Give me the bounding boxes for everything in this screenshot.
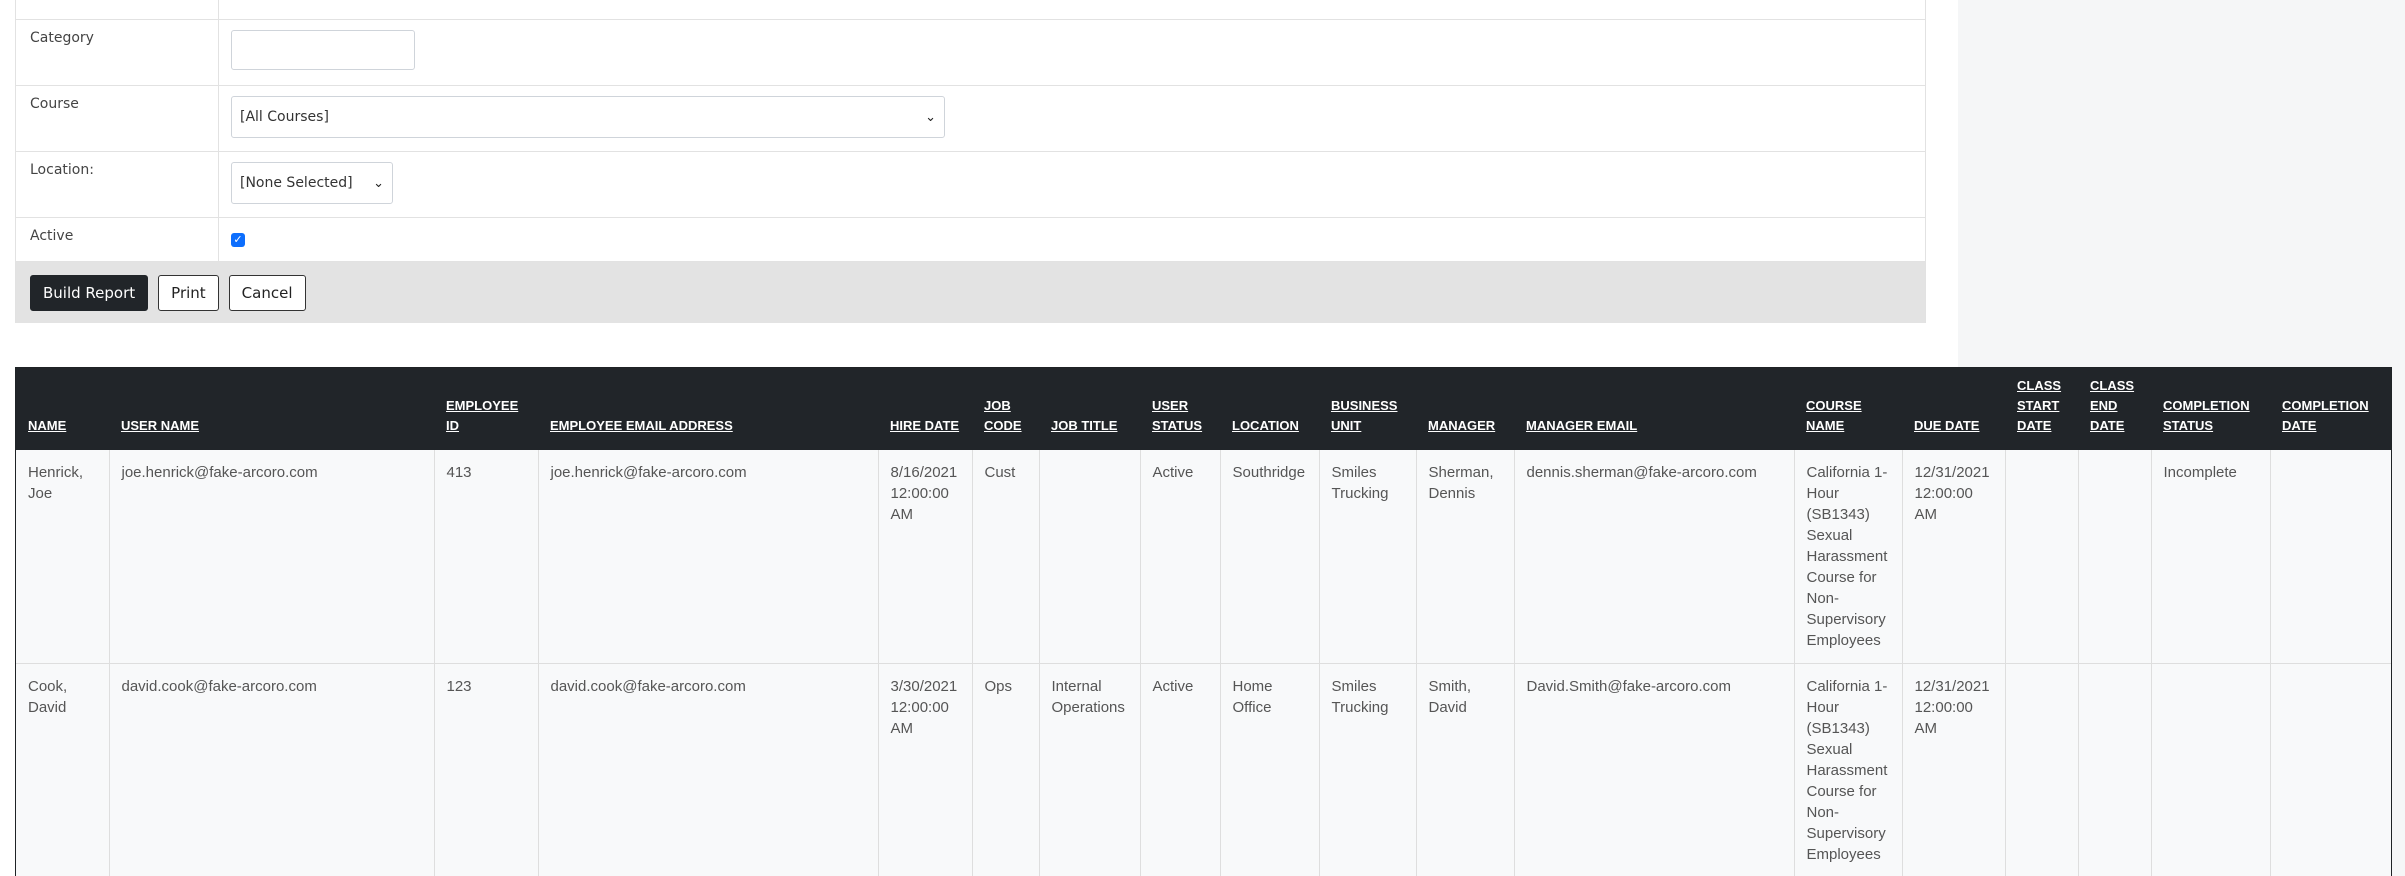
active-cell: ✓ xyxy=(219,218,1925,261)
cell-location: Southridge xyxy=(1220,450,1320,664)
location-selected-value: [None Selected] xyxy=(240,175,353,191)
active-checkbox[interactable]: ✓ xyxy=(231,233,245,247)
cell-class-start-date xyxy=(2005,663,2079,876)
cell-completion-status xyxy=(2151,663,2271,876)
cell-manager: Smith, David xyxy=(1416,663,1515,876)
cell-hire-date: 3/30/2021 12:00:00 AM xyxy=(878,663,973,876)
cell-business-unit: Smiles Trucking xyxy=(1319,663,1417,876)
location-label: Location: xyxy=(16,152,219,217)
course-select[interactable]: [All Courses] ⌄ xyxy=(231,96,945,138)
column-header-employee-email[interactable]: EMPLOYEE EMAIL ADDRESS xyxy=(538,368,878,450)
location-select[interactable]: [None Selected] ⌄ xyxy=(231,162,393,204)
cell-user-name: david.cook@fake-arcoro.com xyxy=(109,663,435,876)
category-cell xyxy=(219,20,1925,85)
column-header-class-start-date[interactable]: CLASS START DATE xyxy=(2005,368,2078,450)
form-row-top xyxy=(16,0,1925,20)
category-label: Category xyxy=(16,20,219,85)
cell-manager-email: David.Smith@fake-arcoro.com xyxy=(1514,663,1795,876)
location-cell: [None Selected] ⌄ xyxy=(219,152,1925,217)
cell-completion-date xyxy=(2270,450,2391,664)
print-button[interactable]: Print xyxy=(158,274,219,311)
report-page: Category Course [All Courses] ⌄ Location… xyxy=(0,0,2405,876)
active-label: Active xyxy=(16,218,219,261)
cell-job-code: Ops xyxy=(972,663,1040,876)
form-label-empty xyxy=(16,0,219,19)
column-header-completion-status[interactable]: COMPLETION STATUS xyxy=(2151,368,2270,450)
cell-manager: Sherman, Dennis xyxy=(1416,450,1515,664)
cell-employee-id: 413 xyxy=(434,450,539,664)
column-header-location[interactable]: LOCATION xyxy=(1220,368,1319,450)
column-header-user-name[interactable]: USER NAME xyxy=(109,368,434,450)
table-row: Cook, David david.cook@fake-arcoro.com 1… xyxy=(16,663,2391,876)
cell-job-code: Cust xyxy=(972,450,1040,664)
column-header-employee-id[interactable]: EMPLOYEE ID xyxy=(434,368,538,450)
cell-user-status: Active xyxy=(1140,663,1221,876)
form-cell-empty xyxy=(219,0,1925,19)
report-table: NAME USER NAME EMPLOYEE ID EMPLOYEE EMAI… xyxy=(16,368,2391,876)
column-header-hire-date[interactable]: HIRE DATE xyxy=(878,368,972,450)
table-header-row: NAME USER NAME EMPLOYEE ID EMPLOYEE EMAI… xyxy=(16,368,2391,450)
form-row-location: Location: [None Selected] ⌄ xyxy=(16,152,1925,218)
report-results: NAME USER NAME EMPLOYEE ID EMPLOYEE EMAI… xyxy=(15,367,2392,876)
cell-course-name: California 1-Hour (SB1343) Sexual Harass… xyxy=(1794,450,1903,664)
cell-hire-date: 8/16/2021 12:00:00 AM xyxy=(878,450,973,664)
cell-user-name: joe.henrick@fake-arcoro.com xyxy=(109,450,435,664)
cancel-button[interactable]: Cancel xyxy=(228,274,306,311)
build-report-button[interactable]: Build Report xyxy=(30,274,149,311)
cell-manager-email: dennis.sherman@fake-arcoro.com xyxy=(1514,450,1795,664)
column-header-business-unit[interactable]: BUSINESS UNIT xyxy=(1319,368,1416,450)
column-header-course-name[interactable]: COURSE NAME xyxy=(1794,368,1902,450)
course-cell: [All Courses] ⌄ xyxy=(219,86,1925,151)
cell-location: Home Office xyxy=(1220,663,1320,876)
cell-employee-id: 123 xyxy=(434,663,539,876)
cell-due-date: 12/31/2021 12:00:00 AM xyxy=(1902,663,2006,876)
category-input[interactable] xyxy=(231,30,415,70)
table-row: Henrick, Joe joe.henrick@fake-arcoro.com… xyxy=(16,450,2391,664)
column-header-job-code[interactable]: JOB CODE xyxy=(972,368,1039,450)
course-selected-value: [All Courses] xyxy=(240,109,329,125)
cell-user-status: Active xyxy=(1140,450,1221,664)
cell-course-name: California 1-Hour (SB1343) Sexual Harass… xyxy=(1794,663,1903,876)
column-header-user-status[interactable]: USER STATUS xyxy=(1140,368,1220,450)
cell-due-date: 12/31/2021 12:00:00 AM xyxy=(1902,450,2006,664)
cell-completion-status: Incomplete xyxy=(2151,450,2271,664)
cell-name: Cook, David xyxy=(16,663,110,876)
course-label: Course xyxy=(16,86,219,151)
column-header-job-title[interactable]: JOB TITLE xyxy=(1039,368,1140,450)
cell-employee-email: joe.henrick@fake-arcoro.com xyxy=(538,450,879,664)
cell-business-unit: Smiles Trucking xyxy=(1319,450,1417,664)
column-header-manager-email[interactable]: MANAGER EMAIL xyxy=(1514,368,1794,450)
column-header-completion-date[interactable]: COMPLETION DATE xyxy=(2270,368,2391,450)
column-header-due-date[interactable]: DUE DATE xyxy=(1902,368,2005,450)
chevron-down-icon: ⌄ xyxy=(373,175,384,191)
form-row-category: Category xyxy=(16,20,1925,86)
column-header-name[interactable]: NAME xyxy=(16,368,109,450)
form-row-course: Course [All Courses] ⌄ xyxy=(16,86,1925,152)
cell-class-end-date xyxy=(2078,663,2152,876)
form-button-bar: Build Report Print Cancel xyxy=(16,262,1925,323)
form-row-active: Active ✓ xyxy=(16,218,1925,262)
cell-name: Henrick, Joe xyxy=(16,450,110,664)
cell-job-title: Internal Operations xyxy=(1039,663,1141,876)
cell-completion-date xyxy=(2270,663,2391,876)
checkmark-icon: ✓ xyxy=(233,234,243,246)
cell-class-start-date xyxy=(2005,450,2079,664)
cell-employee-email: david.cook@fake-arcoro.com xyxy=(538,663,879,876)
cell-job-title xyxy=(1039,450,1141,664)
chevron-down-icon: ⌄ xyxy=(925,109,936,125)
report-filter-form: Category Course [All Courses] ⌄ Location… xyxy=(15,0,1926,323)
column-header-class-end-date[interactable]: CLASS END DATE xyxy=(2078,368,2151,450)
cell-class-end-date xyxy=(2078,450,2152,664)
column-header-manager[interactable]: MANAGER xyxy=(1416,368,1514,450)
